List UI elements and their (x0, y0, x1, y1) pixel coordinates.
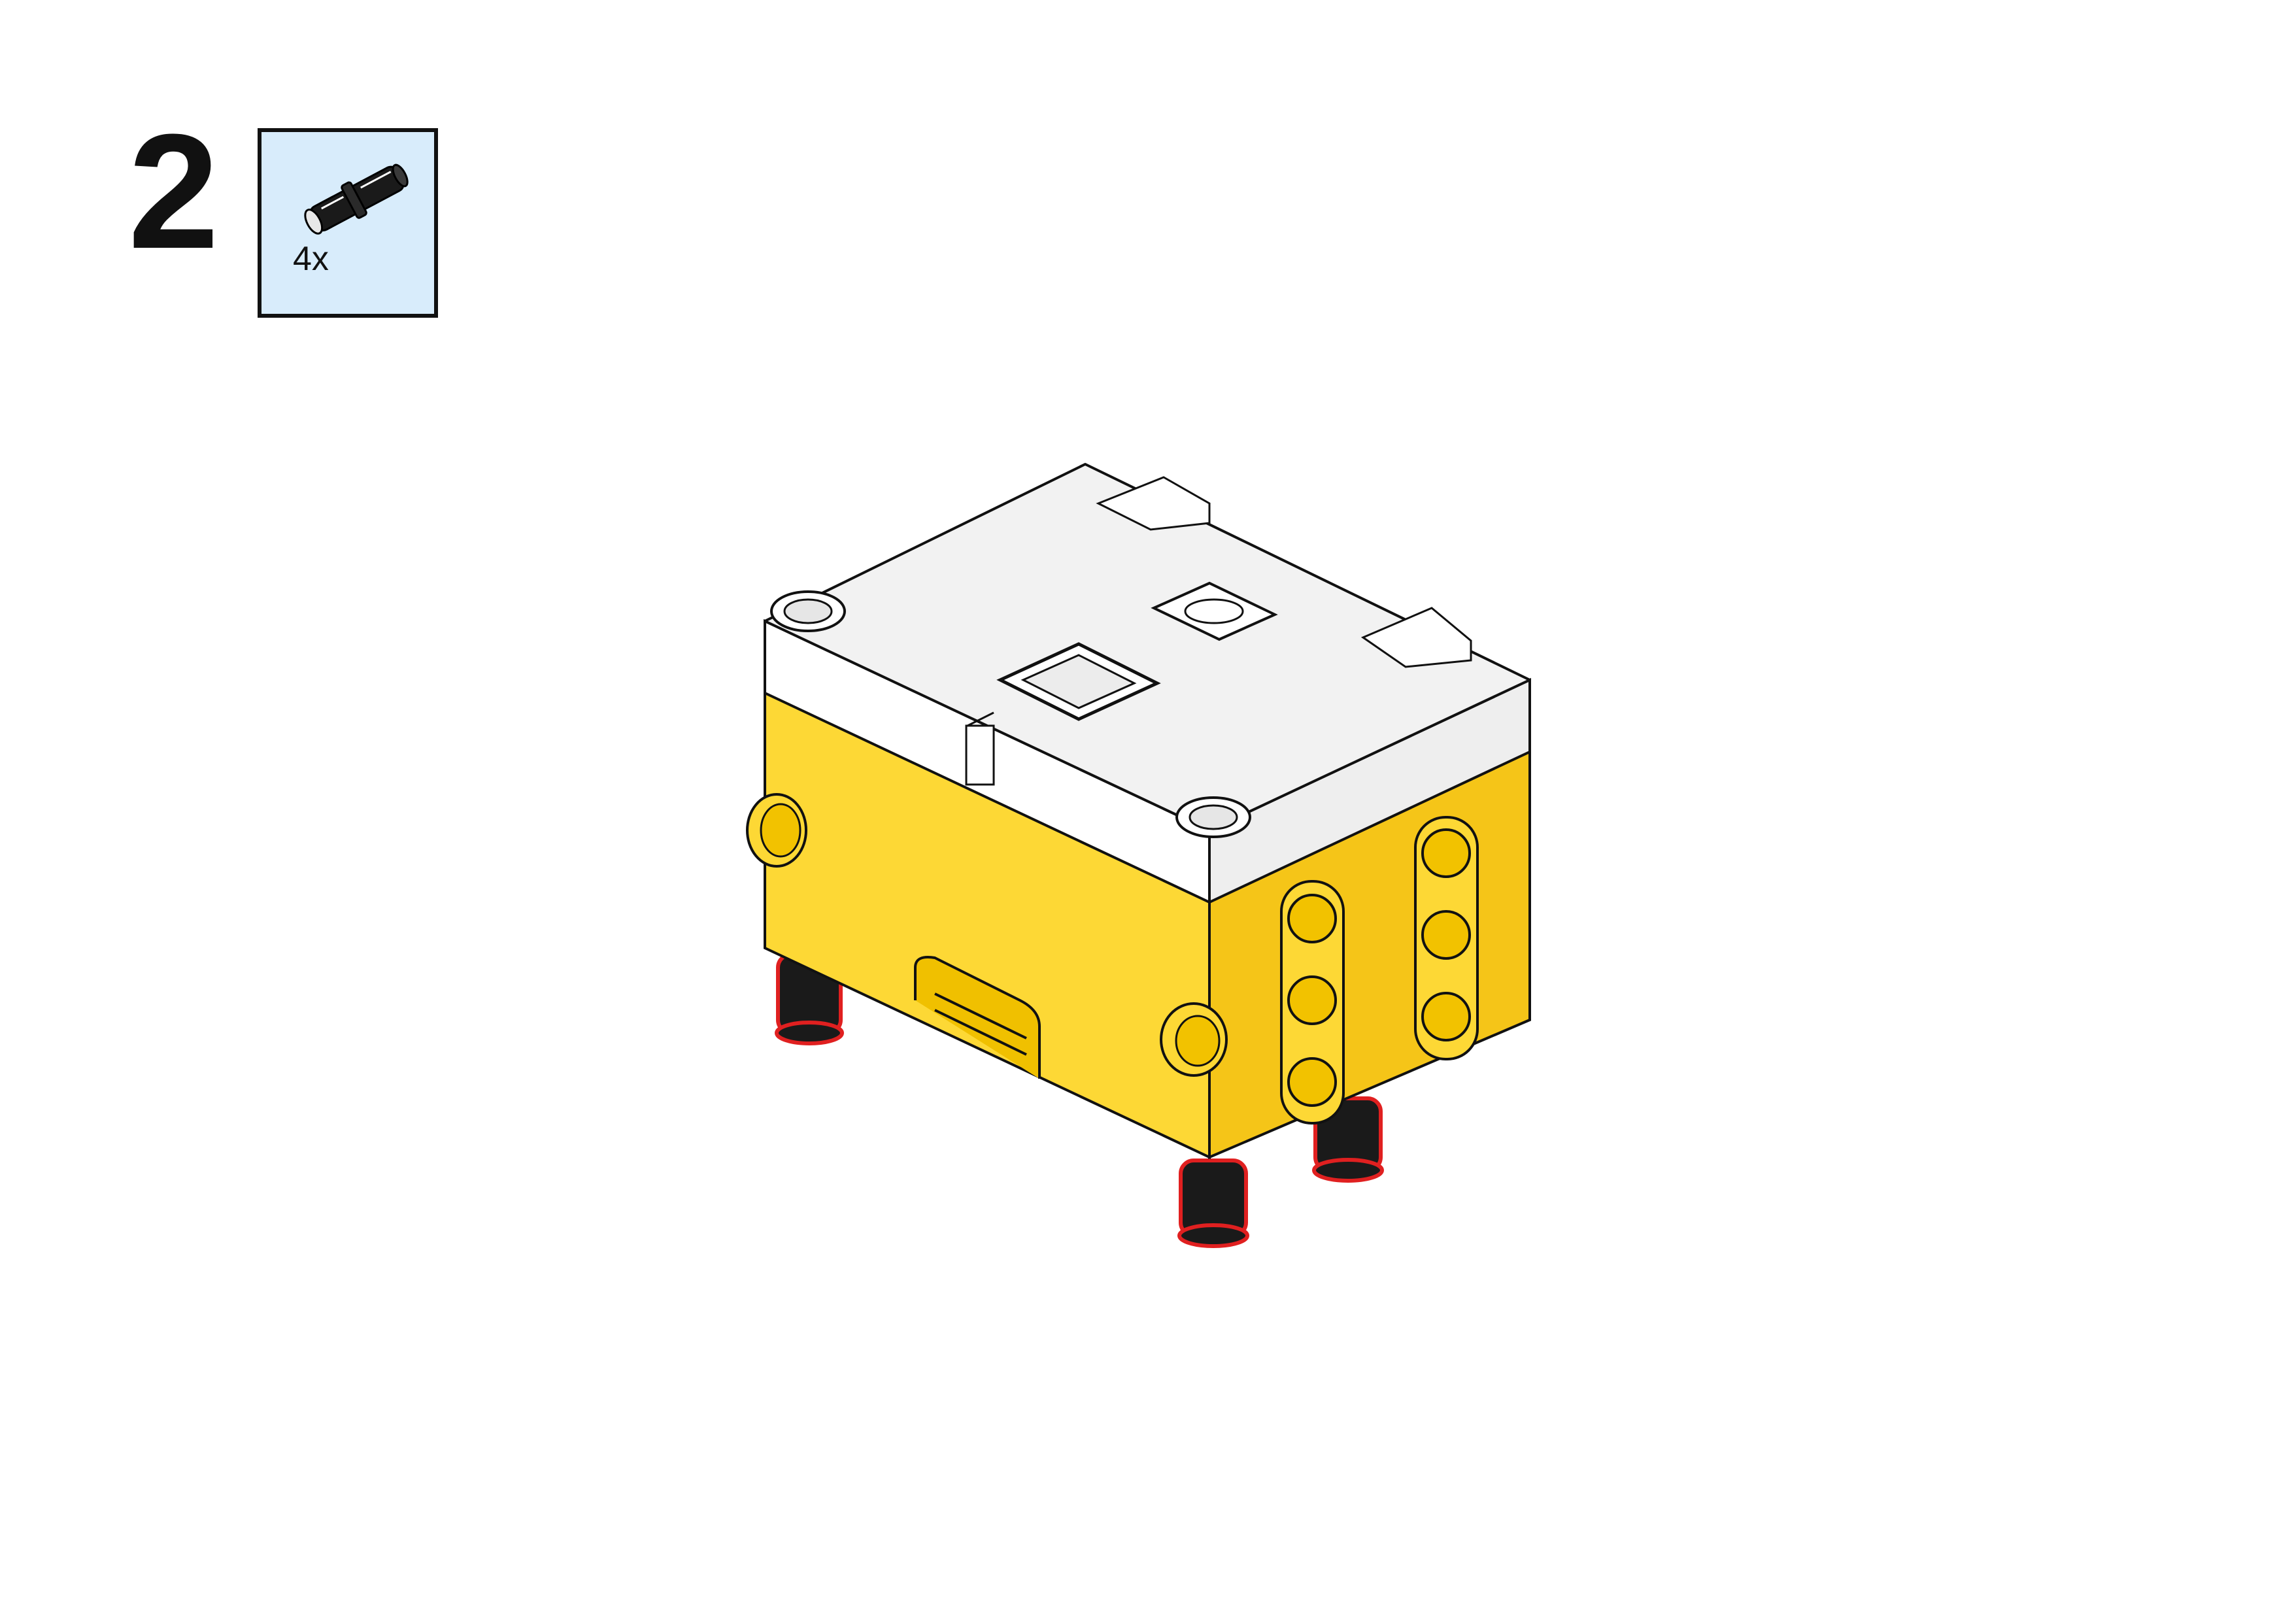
hub-assembly-illustration (746, 463, 1531, 1248)
peg-front-center (1177, 1159, 1249, 1248)
